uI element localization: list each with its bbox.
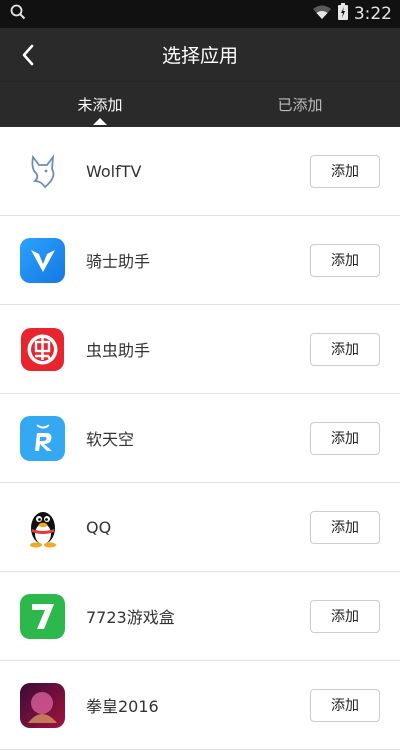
tab-label: 已添加	[277, 96, 323, 114]
knight-v-icon	[20, 237, 65, 283]
tab-added[interactable]: 已添加	[200, 82, 400, 127]
kof-icon	[20, 682, 65, 728]
app-name: 拳皇2016	[86, 697, 159, 716]
page-title: 选择应用	[161, 45, 238, 67]
app-name: 7723游戏盒	[86, 608, 175, 627]
add-button[interactable]: 添加	[310, 510, 380, 544]
add-button[interactable]: 添加	[310, 688, 380, 722]
app-name: 虫虫助手	[86, 341, 151, 360]
list-item: 拳皇2016 添加	[0, 661, 400, 750]
tab-bar: 未添加 已添加	[0, 81, 400, 127]
sky-r-icon	[20, 415, 65, 461]
tab-not-added[interactable]: 未添加	[0, 82, 200, 127]
list-item: 骑士助手 添加	[0, 216, 400, 305]
seven-icon	[20, 593, 65, 639]
list-item: QQ 添加	[0, 483, 400, 572]
bug-icon	[20, 326, 65, 372]
app-list: WolfTV 添加 骑士助手 添加 虫虫助手 添加 软天空 添加 QQ 添加 7	[0, 127, 400, 750]
app-name: QQ	[86, 517, 112, 537]
app-name: WolfTV	[86, 161, 142, 181]
list-item: WolfTV 添加	[0, 127, 400, 216]
app-name: 软天空	[86, 430, 135, 449]
header: 选择应用	[0, 28, 400, 81]
battery-icon	[337, 3, 348, 25]
list-item: 7723游戏盒 添加	[0, 572, 400, 661]
status-bar: 3:22	[0, 0, 400, 28]
list-item: 软天空 添加	[0, 394, 400, 483]
add-button[interactable]: 添加	[310, 154, 380, 188]
wolf-icon	[20, 148, 65, 194]
list-item: 虫虫助手 添加	[0, 305, 400, 394]
add-button[interactable]: 添加	[310, 421, 380, 455]
wifi-icon	[312, 4, 332, 25]
search-icon[interactable]	[10, 4, 26, 24]
app-name: 骑士助手	[86, 252, 151, 271]
chevron-left-icon[interactable]	[14, 41, 42, 69]
add-button[interactable]: 添加	[310, 332, 380, 366]
add-button[interactable]: 添加	[310, 243, 380, 277]
clock-time: 3:22	[353, 4, 392, 24]
status-right: 3:22	[312, 3, 392, 25]
tab-label: 未添加	[77, 96, 123, 114]
add-button[interactable]: 添加	[310, 599, 380, 633]
penguin-icon	[20, 504, 65, 550]
